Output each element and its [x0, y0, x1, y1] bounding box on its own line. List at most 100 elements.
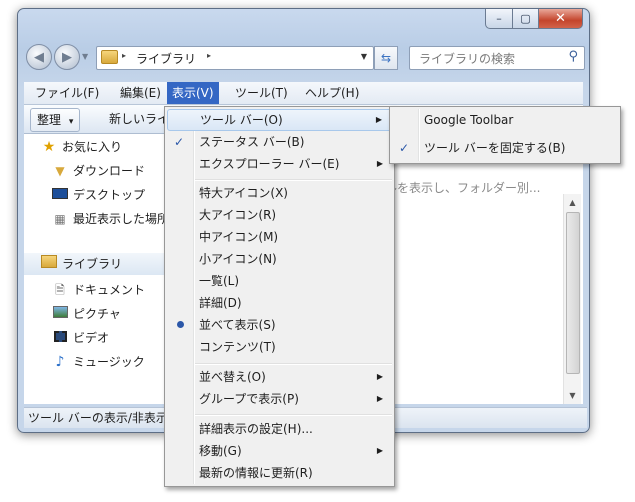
refresh-icon: ⇆ [380, 51, 392, 65]
nav-desktop[interactable]: デスクトップ [52, 184, 145, 206]
menu-item-label: ツール バー(O) [200, 113, 283, 127]
forward-button[interactable]: ▶ [54, 44, 80, 70]
menu-item-label: 小アイコン(N) [199, 252, 277, 266]
toolbars-submenu: Google Toolbar ✓ ツール バーを固定する(B) [389, 106, 621, 164]
nav-libraries[interactable]: ライブラリ [41, 253, 122, 275]
nav-item-label: ピクチャ [73, 307, 121, 321]
radio-bullet-icon [177, 321, 184, 328]
submenu-arrow-icon: ▶ [376, 372, 383, 381]
menu-file[interactable]: ファイル(F) [30, 82, 104, 104]
menu-item-label: ステータス バー(B) [199, 135, 305, 149]
menu-item-choose-details[interactable]: 詳細表示の設定(H)... [167, 418, 392, 440]
menu-item-label: 特大アイコン(X) [199, 186, 288, 200]
submenu-arrow-icon: ▶ [375, 115, 382, 124]
organize-button[interactable]: 整理 ▾ [30, 108, 81, 132]
nav-pictures[interactable]: ピクチャ [52, 303, 121, 325]
address-path[interactable]: ライブラリ [136, 50, 196, 67]
menu-item-label: 詳細(D) [199, 296, 242, 310]
address-bar[interactable]: ▸ ライブラリ ▸ ▼ [96, 46, 374, 70]
menu-item-label: コンテンツ(T) [199, 340, 276, 354]
view-menu: ツール バー(O) ▶ ✓ ステータス バー(B) エクスプローラー バー(E)… [164, 106, 395, 487]
menu-separator [195, 179, 392, 181]
nav-favorites-label: お気に入り [62, 140, 123, 154]
menu-item-label: 大アイコン(R) [199, 208, 277, 222]
menu-item-label: 並べ替え(O) [199, 370, 266, 384]
search-icon[interactable]: ⚲ [568, 49, 578, 64]
menu-item-tiles[interactable]: 並べて表示(S) [167, 314, 392, 336]
downloads-folder-icon: ▼ [55, 164, 65, 178]
nav-item-label: ダウンロード [73, 164, 146, 178]
menu-item-small-icons[interactable]: 小アイコン(N) [167, 248, 392, 270]
navigation-row: ◀ ▶ ▼ ▸ ライブラリ ▸ ▼ ⇆ ライブラリの検索 ⚲ [24, 42, 585, 72]
videos-icon [52, 327, 68, 349]
menu-item-list[interactable]: 一覧(L) [167, 270, 392, 292]
menu-item-content[interactable]: コンテンツ(T) [167, 336, 392, 358]
menu-item-toolbars[interactable]: ツール バー(O) ▶ [167, 109, 392, 131]
nav-documents[interactable]: 🗎 ドキュメント [52, 279, 145, 301]
menu-item-label: Google Toolbar [424, 113, 514, 127]
back-arrow-icon: ◀ [34, 49, 44, 65]
checkmark-icon: ✓ [174, 135, 185, 149]
nav-item-label: 最近表示した場所 [73, 212, 170, 226]
menu-item-extra-large-icons[interactable]: 特大アイコン(X) [167, 182, 392, 204]
pictures-icon [52, 303, 68, 325]
menu-item-refresh[interactable]: 最新の情報に更新(R) [167, 462, 392, 484]
close-button[interactable]: ✕ [539, 9, 583, 29]
menu-item-label: グループで表示(P) [199, 392, 299, 406]
library-folder-icon [101, 50, 118, 64]
menu-item-large-icons[interactable]: 大アイコン(R) [167, 204, 392, 226]
nav-item-label: ミュージック [73, 355, 145, 369]
maximize-button[interactable]: ▢ [513, 9, 539, 29]
nav-downloads[interactable]: ▼ ダウンロード [52, 160, 145, 182]
menu-item-label: 中アイコン(M) [199, 230, 279, 244]
scrollbar-thumb[interactable] [566, 212, 580, 374]
nav-favorites[interactable]: ★ お気に入り [41, 136, 122, 158]
submenu-arrow-icon: ▶ [376, 159, 383, 168]
menu-item-label: エクスプローラー バー(E) [199, 157, 340, 171]
back-button[interactable]: ◀ [26, 44, 52, 70]
menu-help[interactable]: ヘルプ(H) [300, 82, 364, 104]
menu-edit[interactable]: 編集(E) [115, 82, 166, 104]
caption-buttons: – ▢ ✕ [485, 9, 583, 29]
status-text: ツール バーの表示/非表示 [28, 411, 168, 425]
menu-item-medium-icons[interactable]: 中アイコン(M) [167, 226, 392, 248]
recent-places-icon: ▦ [54, 212, 66, 226]
organize-label: 整理 [37, 113, 62, 127]
libraries-folder-icon [41, 253, 57, 275]
nav-item-label: デスクトップ [73, 188, 146, 202]
menu-item-label: 移動(G) [199, 444, 242, 458]
organize-dropdown-icon: ▾ [68, 117, 74, 127]
recent-pages-chevron-icon[interactable]: ▼ [82, 52, 88, 61]
menu-item-go-to[interactable]: 移動(G) ▶ [167, 440, 392, 462]
menu-item-sort-by[interactable]: 並べ替え(O) ▶ [167, 366, 392, 388]
menu-item-explorer-bar[interactable]: エクスプローラー バー(E) ▶ [167, 153, 392, 175]
vertical-scrollbar[interactable]: ▲ ▼ [563, 194, 581, 404]
desktop-icon [52, 184, 68, 206]
forward-arrow-icon: ▶ [62, 49, 72, 65]
refresh-button[interactable]: ⇆ [374, 46, 398, 70]
checkmark-icon: ✓ [399, 141, 410, 155]
submenu-item-lock-toolbars[interactable]: ✓ ツール バーを固定する(B) [392, 137, 618, 159]
search-box[interactable]: ライブラリの検索 ⚲ [409, 46, 585, 70]
nav-music[interactable]: ♪ ミュージック [52, 351, 145, 373]
nav-item-label: ビデオ [73, 331, 110, 345]
minimize-button[interactable]: – [485, 9, 513, 29]
address-dropdown-icon[interactable]: ▼ [361, 52, 367, 61]
menu-item-status-bar[interactable]: ✓ ステータス バー(B) [167, 131, 392, 153]
nav-recent-places[interactable]: ▦ 最近表示した場所 [52, 208, 169, 230]
new-library-button[interactable]: 新しいライ [109, 108, 169, 130]
address-separator-icon: ▸ [122, 51, 127, 60]
nav-videos[interactable]: ビデオ [52, 327, 109, 349]
menu-view[interactable]: 表示(V) [167, 82, 219, 104]
submenu-item-google-toolbar[interactable]: Google Toolbar [392, 109, 618, 131]
menu-item-label: ツール バーを固定する(B) [424, 141, 566, 155]
menu-tools[interactable]: ツール(T) [230, 82, 293, 104]
search-placeholder: ライブラリの検索 [419, 52, 516, 66]
menu-item-details[interactable]: 詳細(D) [167, 292, 392, 314]
menu-item-group-by[interactable]: グループで表示(P) ▶ [167, 388, 392, 410]
documents-icon: 🗎 [55, 283, 65, 297]
scroll-up-icon[interactable]: ▲ [564, 194, 581, 211]
nav-libraries-label: ライブラリ [62, 257, 123, 271]
menu-separator [195, 363, 392, 365]
scroll-down-icon[interactable]: ▼ [564, 387, 581, 404]
